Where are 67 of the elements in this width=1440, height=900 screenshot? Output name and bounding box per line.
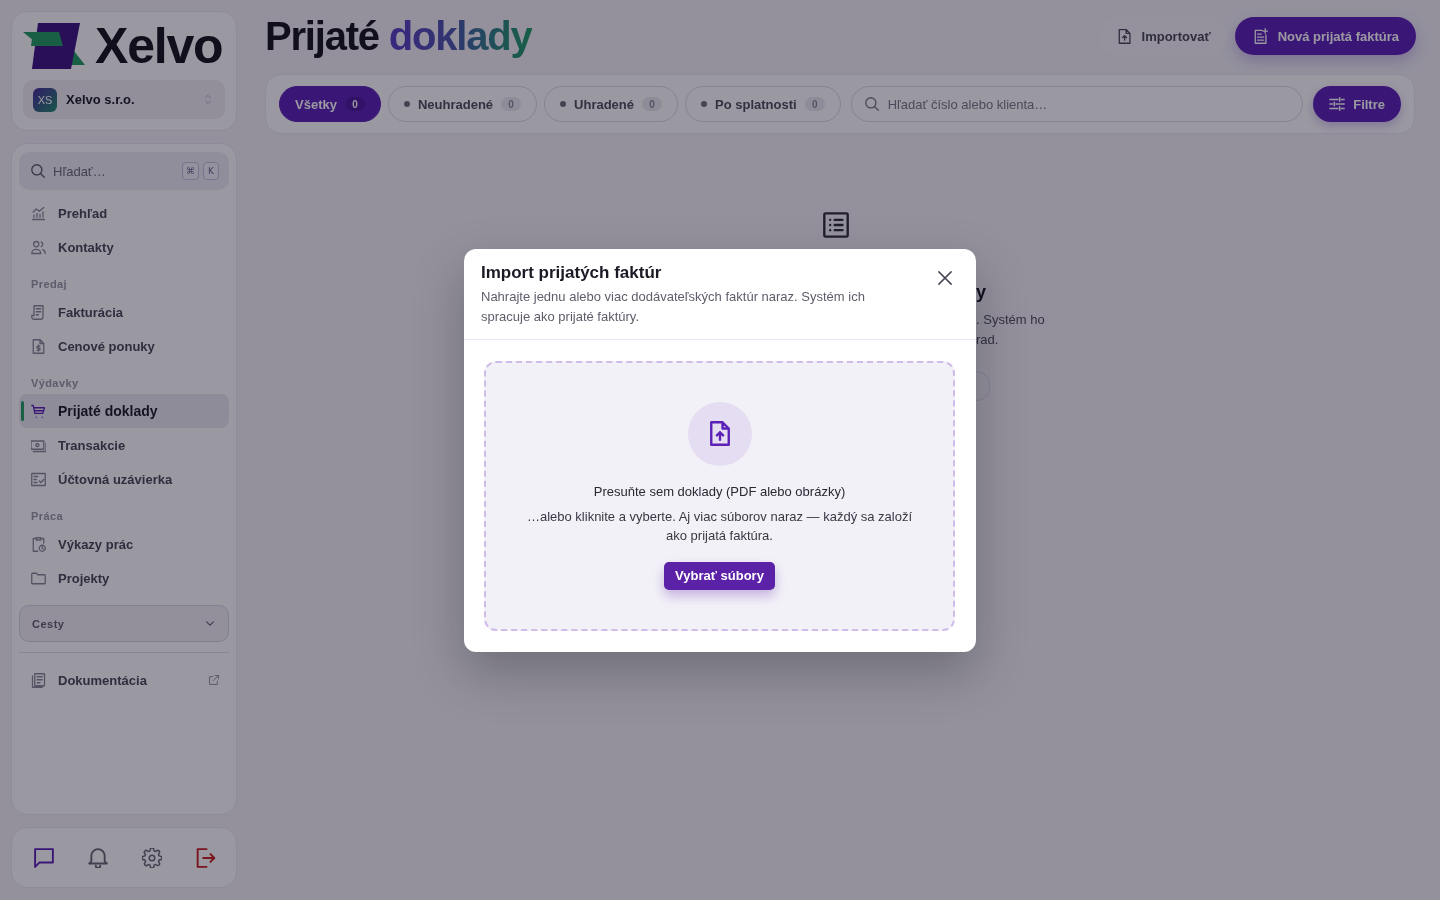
chevron-icon	[206, 621, 214, 626]
status-dot-icon	[403, 101, 410, 107]
banknote-icon	[31, 437, 46, 453]
search-icon	[31, 164, 45, 178]
chart-icon	[31, 205, 46, 221]
documents-icon	[31, 672, 46, 688]
settings-icon	[142, 847, 162, 868]
filter-button[interactable]: Filtre	[1313, 86, 1401, 122]
tab-count: 0	[804, 97, 825, 111]
empty-state-title: y	[976, 281, 987, 303]
new-invoice-button[interactable]: Nová prijatá faktúra	[1234, 17, 1416, 55]
nav-link[interactable]: Dokumentácia	[19, 663, 229, 697]
dollar-document-icon	[31, 338, 46, 354]
chat-icon	[34, 847, 54, 868]
nav-item[interactable]: Projekty	[19, 561, 229, 595]
tab-count: 0	[344, 97, 365, 111]
filter-tab[interactable]: Neuhradené 0	[387, 86, 538, 122]
company-switcher[interactable]: XS Xelvo s.r.o.	[23, 80, 225, 119]
empty-state-text: rad.	[976, 331, 1000, 349]
folder-icon	[31, 570, 46, 586]
dropzone-hint: …alebo kliknite a vyberte. Aj viac súborov naraz — každý sa založí ako prijatá faktúra.	[525, 507, 914, 545]
nav-item[interactable]: Transakcie	[19, 428, 229, 462]
collapsible-group[interactable]: Cesty	[19, 605, 229, 642]
nav-item[interactable]: Fakturácia	[19, 295, 229, 329]
shortcut-key: K	[203, 162, 219, 180]
select-files-button[interactable]: Vybrať súbory	[664, 561, 775, 590]
search-icon	[864, 97, 879, 111]
clipboard-clock-icon	[31, 536, 46, 552]
nav-item[interactable]: Kontakty	[19, 230, 229, 264]
tab-count: 0	[642, 97, 663, 111]
close-icon	[938, 270, 952, 285]
shortcut-key: ⌘	[182, 162, 199, 180]
nav-item[interactable]: Cenové ponuky	[19, 329, 229, 363]
logo-icon	[23, 23, 85, 69]
status-dot-icon	[701, 101, 708, 107]
document-plus-icon	[1252, 28, 1269, 44]
receipt-icon	[31, 304, 46, 320]
logout-icon	[196, 847, 216, 868]
nav-item[interactable]: Prehľad	[19, 196, 229, 230]
section-heading: Výdavky	[30, 376, 80, 391]
nav-item[interactable]: Účtovná uzávierka	[19, 462, 229, 496]
users-icon	[31, 239, 46, 255]
status-dot-icon	[560, 101, 567, 107]
filter-tab[interactable]: Všetky 0	[279, 86, 381, 122]
checklist-icon	[31, 471, 46, 487]
logo-text: Xelvo	[95, 23, 223, 69]
empty-state-text: . Systém ho	[976, 311, 1045, 329]
file-upload-icon	[1116, 28, 1133, 44]
section-heading: Predaj	[30, 277, 69, 292]
dialog-description: Nahrajte jednu alebo viac dodávateľských faktúr naraz. Systém ich spracuje ako prijaté faktúry.	[481, 287, 866, 326]
file-dropzone[interactable]: Presuňte sem doklady (PDF alebo obrázky) …alebo kliknite a vyberte. Aj viac súborov naraz — každý sa založí ako prijatá faktúra. Vybrať súbory	[484, 360, 955, 631]
dialog-title: Import prijatých faktúr	[481, 261, 663, 284]
search-field[interactable]: Hľadať číslo alebo klienta…	[850, 86, 1304, 122]
section-heading: Práca	[30, 509, 64, 524]
list-icon	[823, 212, 849, 238]
tab-count: 0	[501, 97, 522, 111]
bell-icon	[88, 847, 108, 868]
close-button[interactable]	[938, 270, 952, 285]
filter-tab[interactable]: Uhradené 0	[544, 86, 679, 122]
nav-item[interactable]: Prijaté doklady	[19, 394, 229, 428]
sort-arrows-icon	[205, 94, 211, 105]
cart-icon	[31, 403, 46, 419]
filter-tab[interactable]: Po splatnosti 0	[685, 86, 841, 122]
dropzone-title: Presuňte sem doklady (PDF alebo obrázky)	[593, 482, 846, 501]
company-avatar: XS	[33, 87, 57, 112]
nav-item[interactable]: Výkazy prác	[19, 527, 229, 561]
sliders-icon	[1329, 96, 1346, 112]
